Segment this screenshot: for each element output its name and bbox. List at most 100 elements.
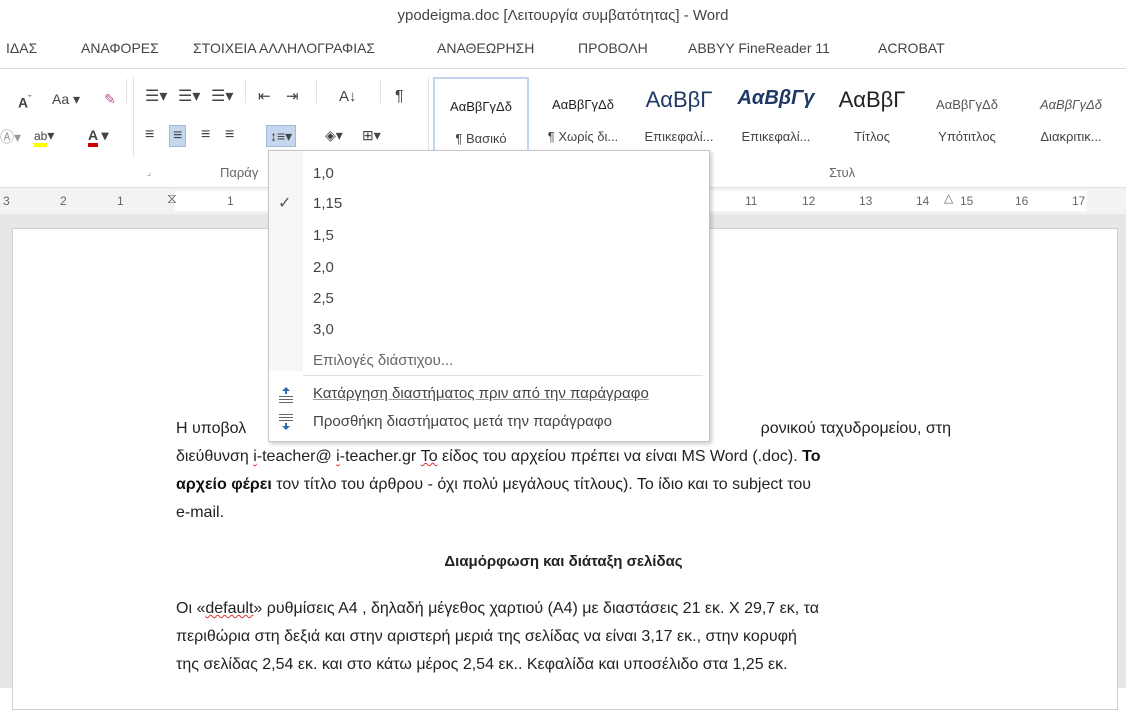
tab-mailings[interactable]: ΣΤΟΙΧΕΙΑ ΑΛΛΗΛΟΓΡΑΦΙΑΣ: [193, 40, 375, 56]
remove-space-before-icon: [279, 387, 293, 403]
ribbon-tabs: ΙΔΑΣ ΑΝΑΦΟΡΕΣ ΣΤΟΙΧΕΙΑ ΑΛΛΗΛΟΓΡΑΦΙΑΣ ΑΝΑ…: [0, 30, 1126, 68]
doc-text: -teacher.gr: [339, 448, 421, 465]
styles-group-label: Στυλ: [829, 165, 856, 180]
style-name: Υπότιτλος: [938, 129, 996, 144]
section-heading[interactable]: Διαμόρφωση και διάταξη σελίδας: [176, 553, 951, 570]
doc-line: αρχείο φέρει τον τίτλο του άρθρου - όχι …: [176, 471, 951, 499]
doc-text: -teacher@: [256, 448, 337, 465]
doc-line: Οι «default» ρυθμίσεις Α4 , δηλαδή μέγεθ…: [176, 595, 951, 623]
tab-references[interactable]: ΑΝΑΦΟΡΕΣ: [81, 40, 159, 56]
doc-text-misspelled: default: [205, 600, 254, 617]
style-heading1[interactable]: ΑαΒβΓ Επικεφαλί...: [636, 77, 722, 157]
paragraph-page-setup[interactable]: Οι «default» ρυθμίσεις Α4 , δηλαδή μέγεθ…: [176, 595, 951, 679]
ruler-tick: 1: [227, 194, 234, 208]
align-right-button[interactable]: ≡: [201, 125, 210, 145]
ruler-tick: 17: [1072, 194, 1086, 208]
style-name: ¶ Βασικό: [455, 131, 507, 146]
highlight-color-button[interactable]: ab▾: [34, 125, 54, 147]
style-name: ¶ Χωρίς δι...: [547, 129, 619, 144]
line-spacing-options-item[interactable]: Επιλογές διάστιχου...: [313, 352, 453, 369]
shrink-font-button[interactable]: Aˇ: [18, 89, 31, 113]
menu-item-1-5[interactable]: 1,5: [313, 227, 334, 244]
menu-item-2-0[interactable]: 2,0: [313, 259, 334, 276]
style-title[interactable]: ΑαΒβΓ Τίτλος: [829, 77, 915, 157]
style-heading2[interactable]: ΑαΒβΓγ Επικεφαλί...: [726, 77, 826, 157]
doc-text: Η υποβολ: [176, 420, 247, 437]
doc-text: τον τίτλο του άρθρου - όχι πολύ μεγάλους…: [271, 476, 811, 493]
style-sample: ΑαΒβΓγΔδ: [450, 99, 512, 114]
sort-button[interactable]: A↓: [339, 87, 357, 107]
add-space-after-icon: [279, 414, 293, 430]
style-name: Τίτλος: [854, 129, 890, 144]
style-subtle-emphasis[interactable]: ΑαΒβΓγΔδ Διακριτικ...: [1021, 77, 1121, 157]
style-subtitle[interactable]: ΑαΒβΓγΔδ Υπότιτλος: [917, 77, 1017, 157]
doc-text-bold: Το: [802, 448, 821, 465]
style-sample: ΑαΒβΓγΔδ: [552, 97, 614, 112]
ruler-tick: 16: [1015, 194, 1029, 208]
style-sample: ΑαΒβΓγΔδ: [936, 97, 998, 112]
menu-item-1-15[interactable]: 1,15: [313, 195, 342, 212]
tab-view[interactable]: ΠΡΟΒΟΛΗ: [578, 40, 648, 56]
tab-review[interactable]: ΑΝΑΘΕΩΡΗΣΗ: [437, 40, 534, 56]
style-sample: ΑαΒβΓ: [645, 87, 713, 112]
indent-marker-icon[interactable]: ⧖: [167, 190, 177, 207]
ruler-tick: 11: [745, 194, 758, 208]
doc-line: περιθώρια στη δεξιά και στην αριστερή με…: [176, 628, 797, 645]
font-color-button[interactable]: A ▾: [88, 125, 109, 147]
tab-abbyy[interactable]: ABBYY FineReader 11: [688, 40, 830, 56]
style-sample: ΑαΒβΓγΔδ: [1039, 97, 1103, 112]
line-spacing-menu: 1,0 ✓ 1,15 1,5 2,0 2,5 3,0 Επιλογές διάσ…: [268, 150, 710, 442]
clear-formatting-icon[interactable]: ✎: [104, 89, 116, 109]
ruler-tick: 15: [960, 194, 974, 208]
borders-button[interactable]: ⊞▾: [362, 125, 381, 145]
ruler-tick: 12: [802, 194, 816, 208]
bullets-button[interactable]: ☰▾: [145, 87, 167, 107]
doc-text: είδος του αρχείου πρέπει να είναι MS Wor…: [437, 448, 803, 465]
doc-line: διεύθυνση i-teacher@ i-teacher.gr Το είδ…: [176, 443, 951, 471]
styles-gallery: ΑαΒβΓγΔδ ¶ Βασικό ΑαΒβΓγΔδ ¶ Χωρίς δι...…: [428, 77, 1126, 159]
style-name: Επικεφαλί...: [644, 129, 714, 144]
style-no-spacing[interactable]: ΑαΒβΓγΔδ ¶ Χωρίς δι...: [531, 77, 635, 157]
window-title: ypodeigma.doc [Λειτουργία συμβατότητας] …: [397, 7, 729, 24]
text-effects-button[interactable]: Ⓐ▾: [0, 127, 21, 147]
remove-space-before-item[interactable]: Κατάργηση διαστήματος πριν από την παράγ…: [313, 385, 649, 402]
style-sample: ΑαΒβΓ: [838, 87, 906, 112]
ruler-tick: 14: [916, 194, 930, 208]
right-indent-icon[interactable]: △: [944, 191, 953, 205]
ruler-tick: 13: [859, 194, 873, 208]
checkmark-icon: ✓: [278, 195, 292, 212]
doc-text-misspelled: Το: [420, 448, 438, 465]
menu-item-1-0[interactable]: 1,0: [313, 165, 334, 182]
justify-button[interactable]: ≡: [225, 125, 234, 145]
font-group-launcher-icon[interactable]: ⌟: [147, 167, 151, 178]
style-sample: ΑαΒβΓγ: [737, 87, 815, 109]
menu-item-2-5[interactable]: 2,5: [313, 290, 334, 307]
shading-button[interactable]: ◈▾: [325, 125, 343, 145]
style-normal[interactable]: ΑαΒβΓγΔδ ¶ Βασικό: [433, 77, 529, 157]
doc-text-bold: αρχείο φέρει: [176, 476, 272, 493]
menu-item-3-0[interactable]: 3,0: [313, 321, 334, 338]
style-name: Διακριτικ...: [1040, 129, 1102, 144]
doc-line: της σελίδας 2,54 εκ. και στο κάτω μέρος …: [176, 656, 788, 673]
ruler-tick: 3: [3, 194, 10, 208]
ruler-tick: 2: [60, 194, 67, 208]
tab-page-layout[interactable]: ΙΔΑΣ: [6, 40, 37, 56]
numbering-button[interactable]: ☰▾: [178, 87, 200, 107]
align-center-button[interactable]: ≡: [169, 125, 187, 147]
change-case-button[interactable]: Aa ▾: [52, 89, 80, 109]
decrease-indent-button[interactable]: ⇤: [258, 87, 271, 107]
multilevel-list-button[interactable]: ☰▾: [211, 87, 233, 107]
change-case-label: Aa: [52, 91, 70, 107]
ruler-tick: 1: [117, 194, 124, 208]
line-spacing-button[interactable]: ↕≡▾: [266, 125, 297, 147]
add-space-after-item[interactable]: Προσθήκη διαστήματος μετά την παράγραφο: [313, 413, 612, 430]
style-name: Επικεφαλί...: [741, 129, 811, 144]
paragraph-group-label: Παράγ: [220, 165, 259, 180]
align-left-button[interactable]: ≡: [145, 125, 154, 145]
doc-text: Οι «: [176, 600, 206, 617]
increase-indent-button[interactable]: ⇥: [286, 87, 299, 107]
doc-line: e-mail.: [176, 504, 225, 521]
tab-acrobat[interactable]: ACROBAT: [878, 40, 945, 56]
show-marks-button[interactable]: ¶: [395, 87, 404, 107]
doc-text: διεύθυνση: [176, 448, 254, 465]
